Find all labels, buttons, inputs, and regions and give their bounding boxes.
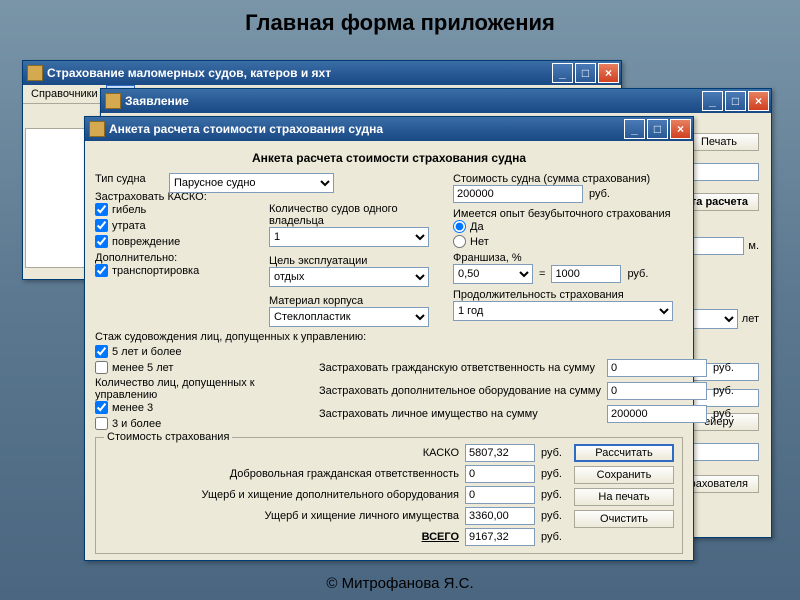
fieldset-results: Стоимость страхования КАСКОруб. Добровол… [95,437,683,554]
check-less3[interactable] [95,401,108,414]
label-cost: Стоимость судна (сумма страхования) [453,173,683,185]
close-button[interactable]: × [598,63,619,83]
minimize-button[interactable]: _ [552,63,573,83]
label-kasko-cost: КАСКО [104,447,459,459]
label-dopoln: Дополнительно: [95,252,255,264]
calc-button[interactable]: Рассчитать [574,444,674,462]
out-volunt[interactable] [465,465,535,483]
check-three-more[interactable] [95,417,108,430]
label-three-more: 3 и более [112,418,161,430]
footer: © Митрофанова Я.С. [0,575,800,592]
label-gibel: гибель [112,204,146,216]
unit-m: м. [748,240,759,252]
label-volunt: Добровольная гражданская ответственность [104,468,459,480]
input-personal[interactable] [607,405,707,423]
select-franchise-pct[interactable]: 0,50 [453,264,533,284]
titlebar-main[interactable]: Анкета расчета стоимости страхования суд… [85,117,693,141]
label-less-five: менее 5 лет [112,362,173,374]
input-equip[interactable] [607,382,707,400]
label-duration: Продолжительность страхования [453,289,683,301]
out-total[interactable] [465,528,535,546]
label-rub: руб. [541,531,562,543]
maximize-button[interactable]: □ [647,119,668,139]
label-purpose: Цель эксплуатации [269,255,439,267]
clear-button[interactable]: Очистить [574,510,674,528]
label-povrezh: повреждение [112,236,180,248]
label-franchise: Франшиза, % [453,252,683,264]
label-rub: руб. [589,188,610,200]
label-rub: руб. [541,447,562,459]
window-anketa: Анкета расчета стоимости страхования суд… [84,116,694,561]
check-transport[interactable] [95,264,108,277]
save-button[interactable]: Сохранить [574,466,674,484]
radio-no[interactable] [453,235,466,248]
label-rub: руб. [541,489,562,501]
radio-yes[interactable] [453,220,466,233]
label-ship-type: Тип судна [95,173,146,185]
maximize-button[interactable]: □ [725,91,746,111]
label-yes: Да [470,221,484,233]
label-stazh: Стаж судовождения лиц, допущенных к упра… [95,331,683,343]
close-button[interactable]: × [748,91,769,111]
label-total: ВСЕГО [104,531,459,543]
check-less-five[interactable] [95,361,108,374]
label-material: Материал корпуса [269,295,439,307]
out-damage-pers[interactable] [465,507,535,525]
check-five-more[interactable] [95,345,108,358]
check-gibel[interactable] [95,203,108,216]
label-rub: руб. [713,408,734,420]
label-liab: Застраховать гражданскую ответственность… [319,362,601,374]
label-personal: Застраховать личное имущество на сумму [319,408,601,420]
title-bg1: Страхование маломерных судов, катеров и … [47,66,552,80]
select-material[interactable]: Стеклопластик [269,307,429,327]
label-count-ships: Количество судов одного владельца [269,203,439,227]
label-less3: менее 3 [112,402,153,414]
label-equip: Застраховать дополнительное оборудование… [319,385,601,397]
input-cost[interactable] [453,185,583,203]
equals-sign: = [539,268,545,280]
print-button[interactable]: На печать [574,488,674,506]
select-duration[interactable]: 1 год [453,301,673,321]
select-purpose[interactable]: отдых [269,267,429,287]
select-count-ships[interactable]: 1 [269,227,429,247]
app-icon [27,65,43,81]
app-icon [105,93,121,109]
fieldset-title: Стоимость страхования [104,431,232,443]
page-title: Главная форма приложения [0,0,800,42]
minimize-button[interactable]: _ [702,91,723,111]
app-icon [89,121,105,137]
label-five-more: 5 лет и более [112,346,181,358]
label-transport: транспортировка [112,265,199,277]
check-povrezh[interactable] [95,235,108,248]
title-bg2: Заявление [125,94,702,108]
label-count-persons: Количество лиц, допущенных к управлению [95,377,305,401]
close-button[interactable]: × [670,119,691,139]
label-damage-equip: Ущерб и хищение дополнительного оборудов… [104,489,459,501]
input-franchise-val[interactable] [551,265,621,283]
minimize-button[interactable]: _ [624,119,645,139]
title-main: Анкета расчета стоимости страхования суд… [109,122,624,136]
label-rub: руб. [713,362,734,374]
check-utrata[interactable] [95,219,108,232]
input-liab[interactable] [607,359,707,377]
out-damage-equip[interactable] [465,486,535,504]
titlebar-bg2[interactable]: Заявление _ □ × [101,89,771,113]
label-no: Нет [470,236,489,248]
label-rub: руб. [541,468,562,480]
label-damage-pers: Ущерб и хищение личного имущества [104,510,459,522]
unit-let: лет [742,313,759,325]
label-experience: Имеется опыт безубыточного страхования [453,208,683,220]
titlebar-bg1[interactable]: Страхование маломерных судов, катеров и … [23,61,621,85]
out-kasko[interactable] [465,444,535,462]
label-rub: руб. [541,510,562,522]
label-rub: руб. [627,268,648,280]
form-heading: Анкета расчета стоимости страхования суд… [95,147,683,173]
menu-spravochniki[interactable]: Справочники [23,85,106,103]
label-utrata: утрата [112,220,146,232]
select-ship-type[interactable]: Парусное судно [169,173,334,193]
maximize-button[interactable]: □ [575,63,596,83]
label-rub: руб. [713,385,734,397]
